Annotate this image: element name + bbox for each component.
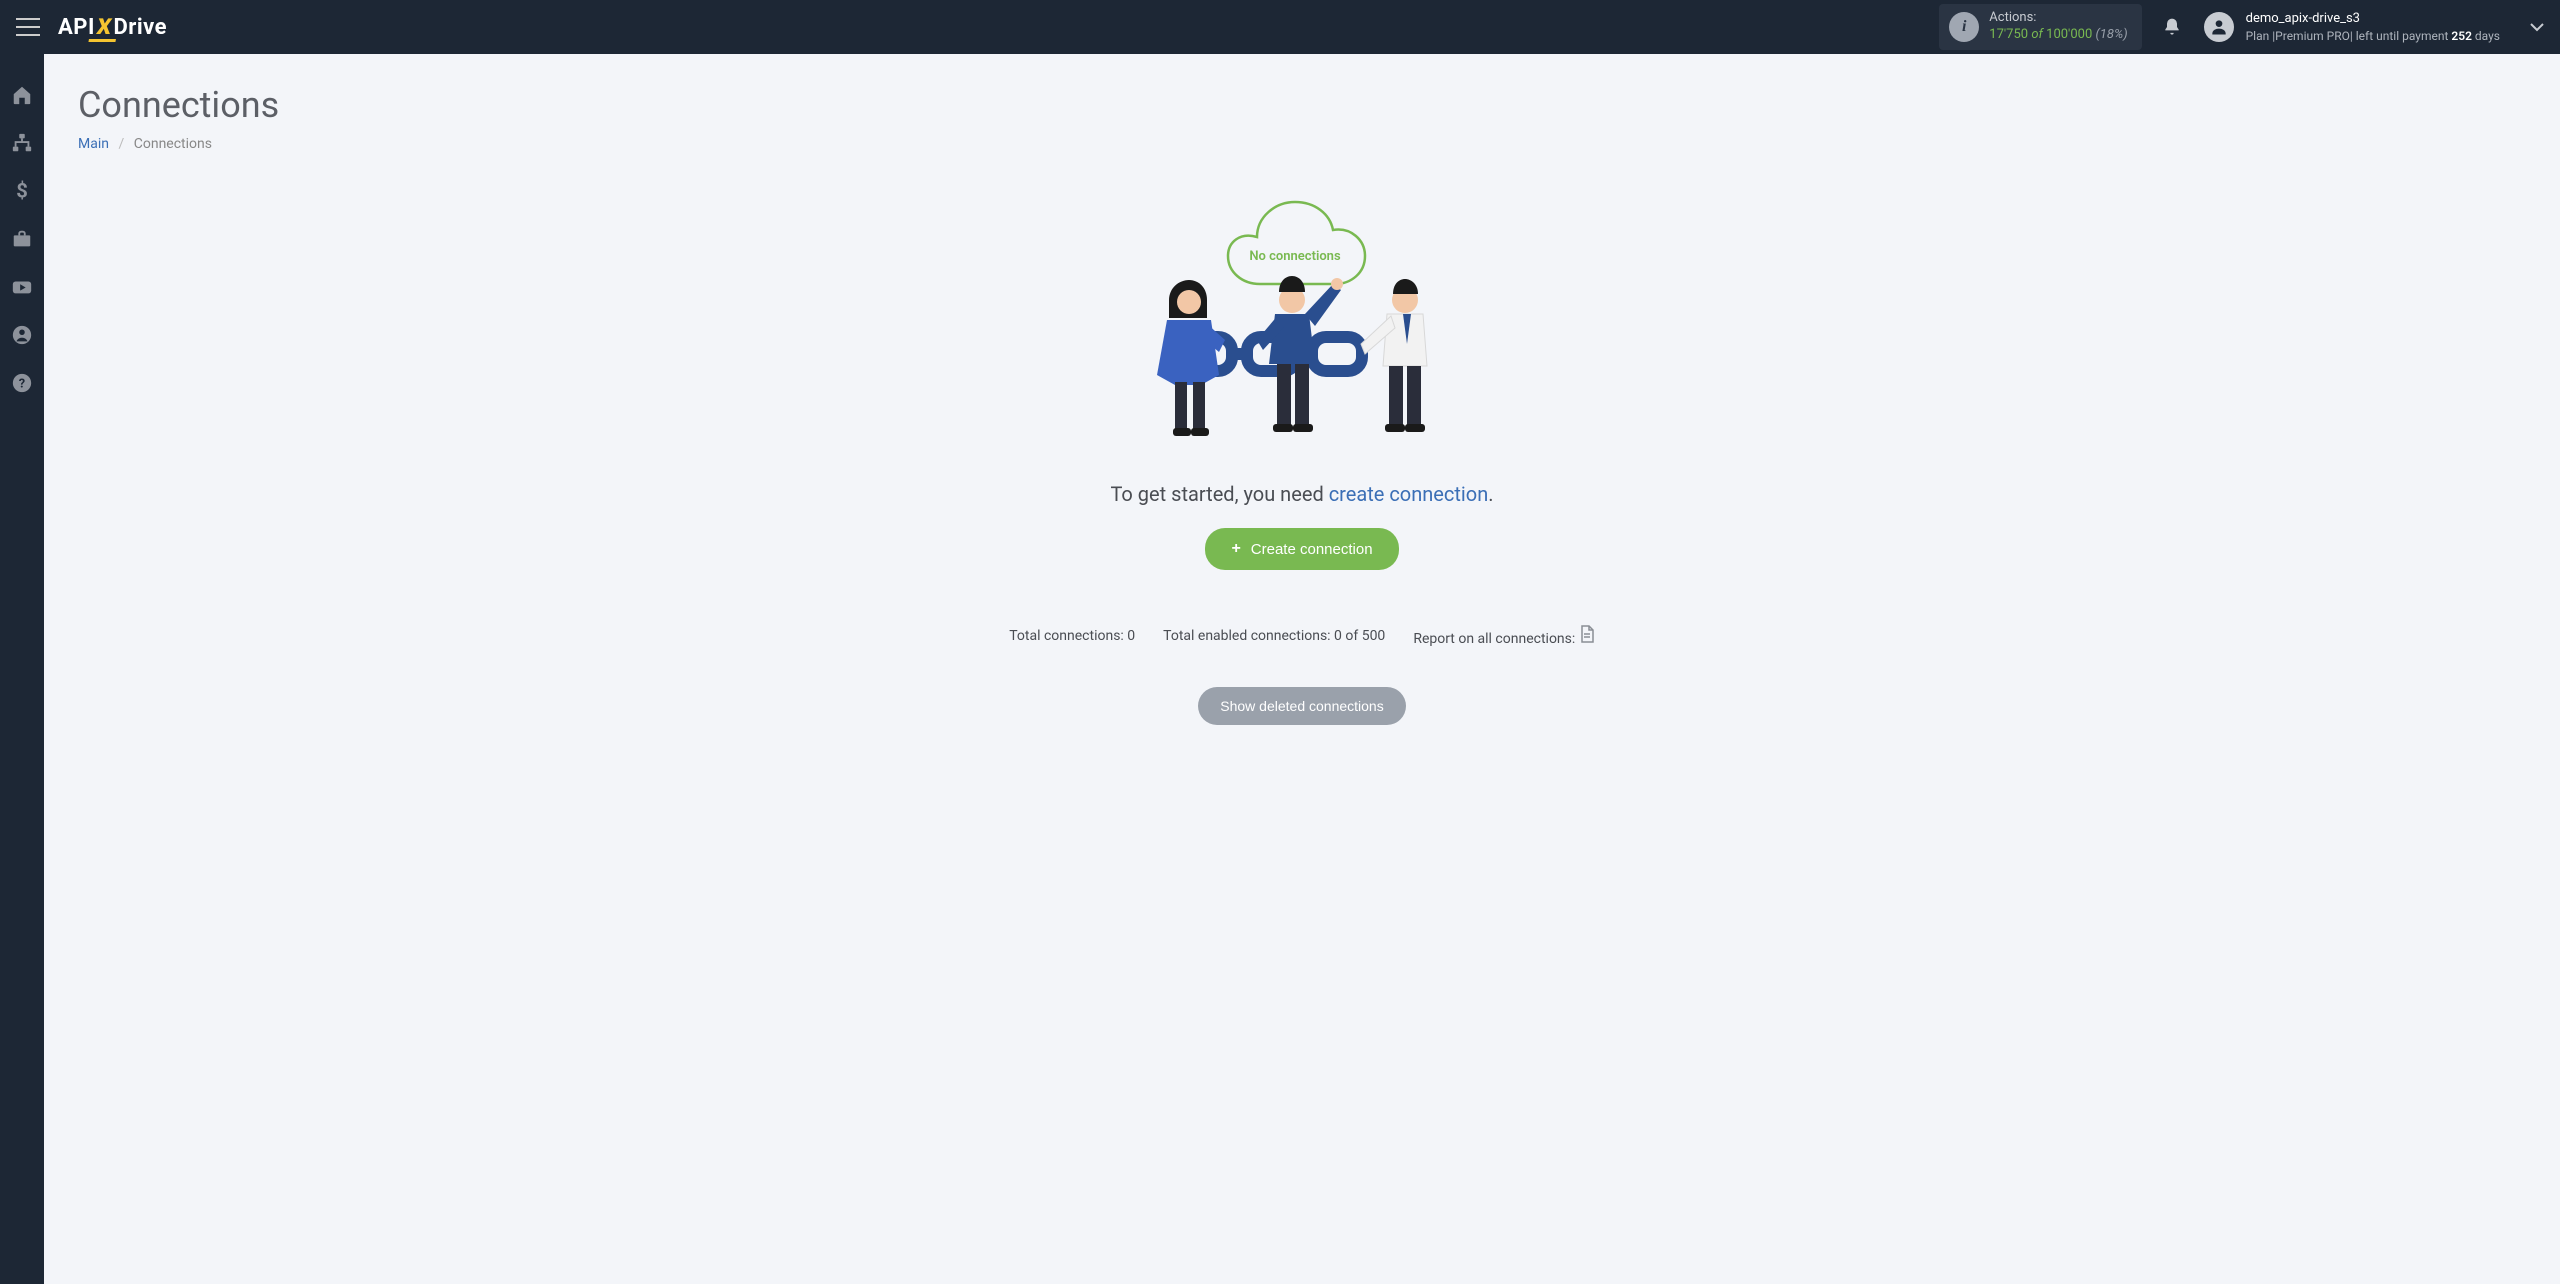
stat-enabled: Total enabled connections: 0 of 500	[1163, 628, 1385, 644]
breadcrumb: Main / Connections	[78, 136, 2526, 152]
stat-total: Total connections: 0	[1009, 628, 1135, 644]
topbar: APIXDrive i Actions: 17'750 of 100'000 (…	[0, 0, 2560, 54]
sidebar: $ ?	[0, 54, 44, 1284]
actions-of: of	[2031, 27, 2043, 42]
account-icon[interactable]	[11, 324, 33, 346]
svg-text:$: $	[16, 180, 28, 202]
help-icon[interactable]: ?	[11, 372, 33, 394]
create-button-label: Create connection	[1251, 541, 1373, 558]
report-doc-icon[interactable]	[1579, 625, 1595, 643]
actions-text: Actions: 17'750 of 100'000 (18%)	[1989, 10, 2127, 44]
home-icon[interactable]	[11, 84, 33, 106]
video-icon[interactable]	[11, 276, 33, 298]
stats-row: Total connections: 0 Total enabled conne…	[1009, 625, 1595, 647]
user-menu[interactable]: demo_apix-drive_s3 Plan |Premium PRO| le…	[2204, 10, 2544, 44]
breadcrumb-main[interactable]: Main	[78, 136, 109, 152]
actions-pct: (18%)	[2095, 27, 2127, 42]
billing-icon[interactable]: $	[11, 180, 33, 202]
empty-prompt: To get started, you need create connecti…	[1110, 482, 1493, 506]
logo[interactable]: APIXDrive	[58, 15, 167, 40]
info-icon: i	[1949, 12, 1979, 42]
chevron-down-icon[interactable]	[2530, 22, 2544, 32]
cloud-text: No connections	[1249, 249, 1341, 264]
empty-state: No connections	[78, 182, 2526, 725]
hamburger-menu[interactable]	[16, 18, 40, 36]
avatar-icon	[2204, 12, 2234, 42]
actions-used: 17'750	[1989, 27, 2028, 42]
stat-report: Report on all connections:	[1413, 625, 1594, 647]
main-content: Connections Main / Connections No connec…	[44, 54, 2560, 755]
svg-text:?: ?	[19, 377, 25, 392]
user-plan: Plan |Premium PRO| left until payment 25…	[2246, 28, 2500, 44]
breadcrumb-current: Connections	[134, 136, 212, 152]
user-name: demo_apix-drive_s3	[2246, 10, 2500, 28]
briefcase-icon[interactable]	[11, 228, 33, 250]
actions-box[interactable]: i Actions: 17'750 of 100'000 (18%)	[1939, 4, 2141, 50]
user-text: demo_apix-drive_s3 Plan |Premium PRO| le…	[2246, 10, 2500, 44]
breadcrumb-sep: /	[118, 136, 124, 152]
page-title: Connections	[78, 84, 2526, 126]
actions-total: 100'000	[2046, 27, 2092, 42]
logo-x: X	[93, 15, 116, 40]
actions-label: Actions:	[1989, 10, 2127, 27]
create-connection-button[interactable]: + Create connection	[1205, 528, 1398, 570]
logo-post: Drive	[113, 15, 167, 40]
logo-pre: API	[58, 15, 95, 40]
show-deleted-button[interactable]: Show deleted connections	[1198, 687, 1405, 725]
empty-illustration: No connections	[1127, 182, 1477, 462]
connections-icon[interactable]	[11, 132, 33, 154]
bell-icon[interactable]	[2162, 16, 2182, 38]
create-connection-link[interactable]: create connection	[1329, 482, 1489, 506]
plus-icon: +	[1231, 540, 1240, 558]
